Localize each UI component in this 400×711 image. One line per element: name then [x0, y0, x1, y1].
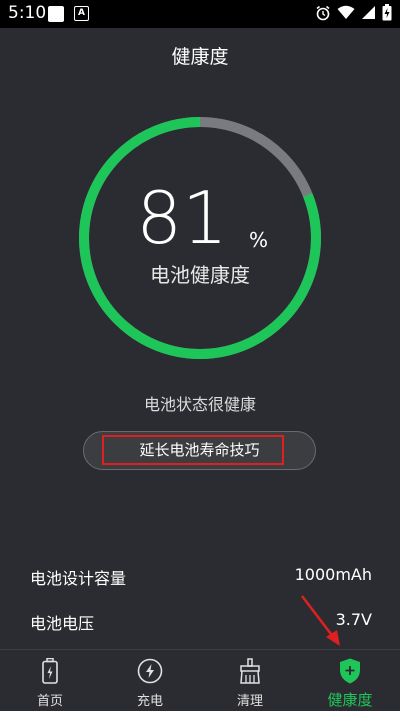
notification-square-icon	[48, 6, 64, 22]
broom-icon	[240, 658, 260, 684]
lightning-icon	[137, 658, 163, 684]
gauge-percent-sign: %	[249, 228, 269, 252]
wifi-icon	[337, 5, 355, 19]
battery-tips-label[interactable]: 延长电池寿命技巧	[83, 431, 316, 470]
status-time: 5:10	[8, 3, 47, 23]
nav-item-health[interactable]: 健康度	[300, 650, 400, 711]
battery-icon	[42, 658, 58, 684]
info-value: 1000mAh	[294, 565, 372, 584]
nav-label: 健康度	[327, 691, 373, 709]
status-bar: 5:10 A	[0, 0, 400, 28]
gauge-value-wrap: 81	[0, 178, 400, 258]
nav-item-home[interactable]: 首页	[0, 650, 100, 711]
health-status-text: 电池状态很健康	[143, 395, 256, 414]
gauge-label: 电池健康度	[150, 263, 250, 287]
nav-item-charge[interactable]: 充电	[100, 650, 200, 711]
nav-item-clean[interactable]: 清理	[200, 650, 300, 711]
nav-label: 充电	[136, 694, 163, 709]
notification-a-icon: A	[74, 6, 89, 21]
page-title: 健康度	[171, 46, 229, 68]
battery-charging-icon	[382, 4, 392, 21]
shield-plus-icon	[340, 658, 360, 684]
gauge-value: 81	[136, 176, 228, 260]
nav-label: 首页	[36, 694, 63, 709]
battery-health-screen: 5:10 A 健康度 81 % 电池健康度 电池状态很健康 延长电池寿命技巧 电…	[0, 0, 400, 711]
annotation-arrow	[301, 595, 340, 646]
status-icons	[315, 4, 392, 21]
bottom-navigation: 首页 充电 清理 健康度	[0, 649, 400, 711]
info-row-design-capacity: 电池设计容量 1000mAh	[30, 565, 372, 593]
info-label: 电池电压	[30, 614, 95, 633]
nav-label: 清理	[236, 694, 263, 709]
alarm-icon	[316, 5, 330, 20]
signal-icon	[362, 6, 375, 19]
info-label: 电池设计容量	[30, 569, 127, 588]
